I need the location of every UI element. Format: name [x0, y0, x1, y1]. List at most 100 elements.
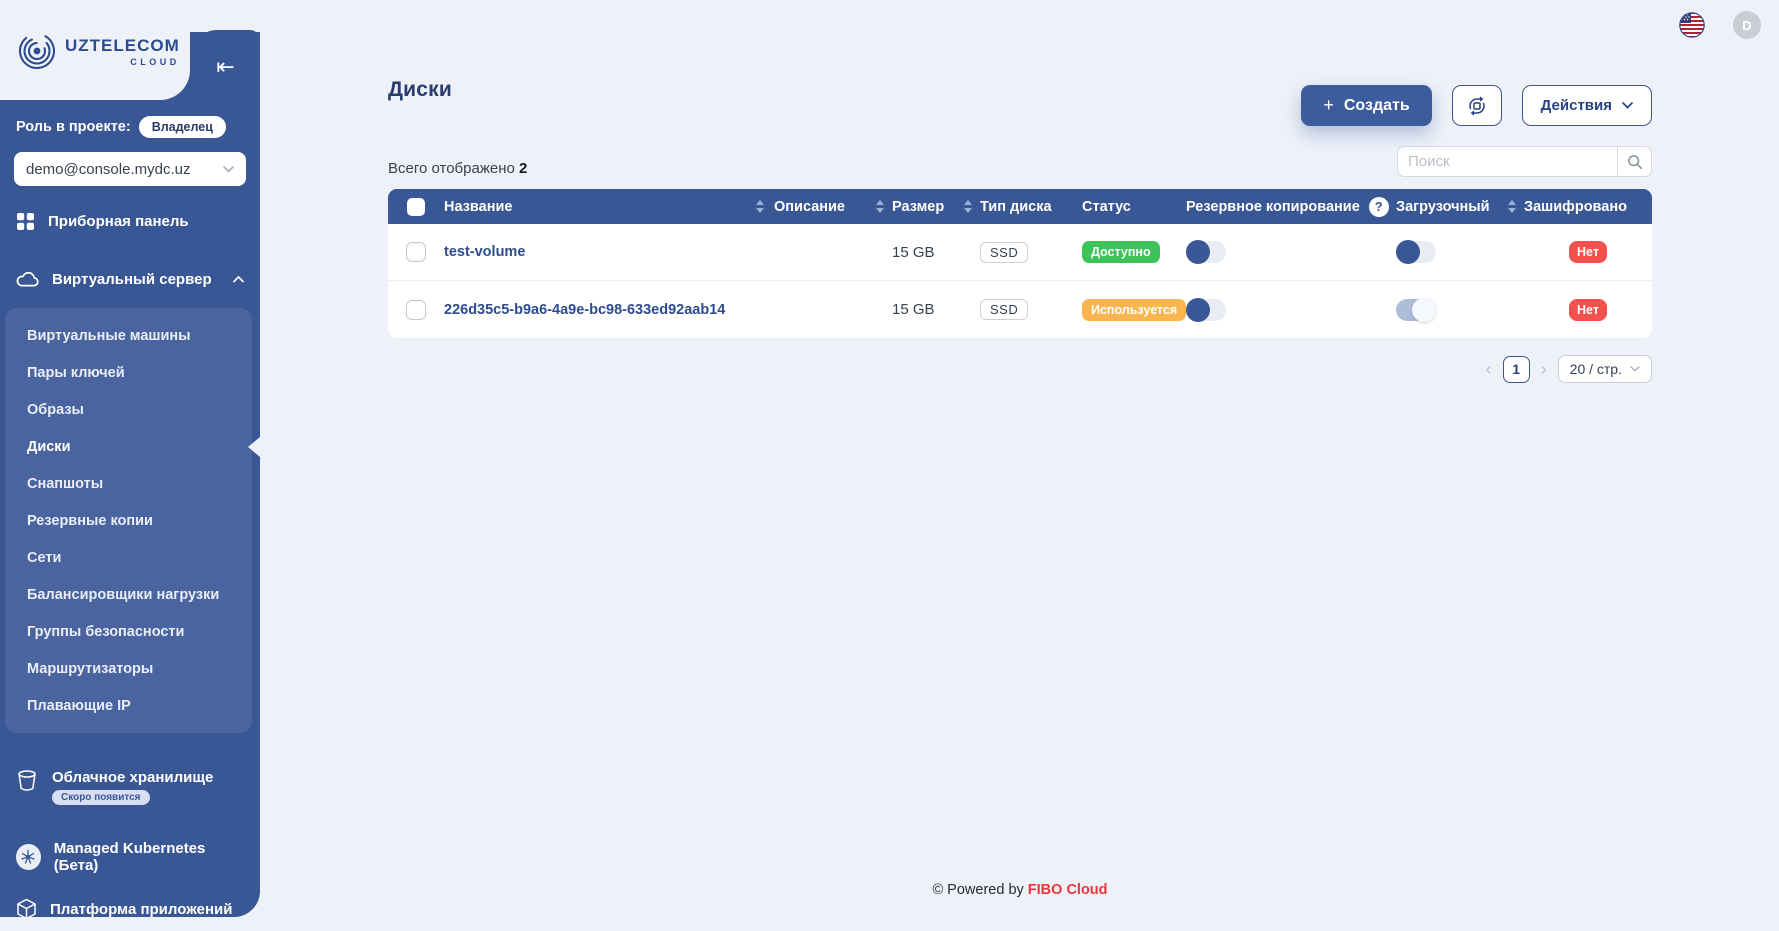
sidebar-item-disks[interactable]: Диски: [5, 428, 260, 465]
backup-toggle[interactable]: [1186, 240, 1226, 264]
search-box: [1397, 146, 1652, 177]
pagination-prev-button[interactable]: ‹: [1484, 360, 1494, 378]
footer-brand-link[interactable]: FIBO Cloud: [1028, 882, 1108, 898]
submenu-label: Балансировщики нагрузки: [27, 586, 220, 603]
column-header-name: Название: [444, 198, 513, 215]
main-content: Диски + Создать Действия Всего отображен…: [388, 78, 1652, 383]
logo-waves-icon: [18, 32, 56, 70]
total-label: Всего отображено: [388, 160, 515, 177]
backup-help-icon[interactable]: ?: [1368, 196, 1389, 217]
sidebar-item-floating-ip[interactable]: Плавающие IP: [5, 687, 252, 724]
app-platform-label: Платформа приложений: [50, 900, 233, 918]
sidebar-item-networks[interactable]: Сети: [5, 539, 252, 576]
virtual-server-submenu: Виртуальные машины Пары ключей Образы Ди…: [5, 308, 260, 733]
column-header-backup: Резервное копирование: [1186, 198, 1360, 215]
column-header-status: Статус: [1082, 198, 1131, 215]
chevron-down-icon: [1622, 102, 1633, 109]
sidebar-item-security-groups[interactable]: Группы безопасности: [5, 613, 252, 650]
kubernetes-icon: [16, 844, 41, 870]
status-badge: Доступно: [1082, 241, 1160, 263]
sidebar-item-kubernetes[interactable]: Managed Kubernetes (Бета): [0, 835, 260, 879]
submenu-label: Снапшоты: [27, 475, 104, 492]
total-shown-text: Всего отображено 2: [388, 160, 527, 177]
language-flag-icon[interactable]: [1679, 12, 1705, 38]
actions-dropdown-button[interactable]: Действия: [1521, 85, 1652, 126]
active-item-notch: [248, 436, 260, 457]
disk-name-link[interactable]: test-volume: [444, 244, 525, 260]
sidebar-item-app-platform[interactable]: Платформа приложений: [0, 887, 260, 931]
sidebar: ⇤ UZTELECOM CLOUD Роль в проекте: Владел…: [0, 0, 260, 920]
search-icon: [1627, 154, 1642, 169]
status-badge: Используется: [1082, 298, 1187, 321]
submenu-label: Пары ключей: [27, 364, 125, 381]
disks-table: Название Описание Размер Тип диска Стату…: [388, 189, 1652, 338]
total-count: 2: [519, 160, 528, 177]
create-button[interactable]: + Создать: [1301, 85, 1432, 126]
column-header-encrypted: Зашифровано: [1524, 198, 1627, 215]
bootable-toggle[interactable]: [1396, 240, 1436, 264]
sort-control-name[interactable]: [756, 200, 764, 213]
disk-type-tag: SSD: [980, 241, 1029, 263]
search-input[interactable]: [1398, 147, 1617, 176]
submenu-label: Плавающие IP: [27, 697, 131, 714]
sidebar-item-virtual-machines[interactable]: Виртуальные машины: [5, 317, 252, 354]
auto-refresh-button[interactable]: [1451, 85, 1502, 126]
pagination-next-button[interactable]: ›: [1539, 360, 1549, 378]
dashboard-grid-icon: [17, 212, 34, 230]
topbar: D: [1679, 11, 1761, 39]
sidebar-item-snapshots[interactable]: Снапшоты: [5, 465, 252, 502]
search-button[interactable]: [1617, 147, 1651, 176]
page-size-select[interactable]: 20 / стр.: [1557, 355, 1652, 383]
sidebar-item-cloud-storage[interactable]: Облачное хранилище Скоро появится: [0, 769, 260, 805]
disk-type-tag: SSD: [980, 299, 1029, 320]
sidebar-item-routers[interactable]: Маршрутизаторы: [5, 650, 252, 687]
project-select[interactable]: demo@console.mydc.uz: [14, 152, 246, 186]
row-checkbox[interactable]: [406, 299, 426, 320]
disk-size: 15 GB: [892, 243, 935, 261]
submenu-label: Маршрутизаторы: [27, 660, 154, 677]
cloud-icon: [16, 271, 39, 287]
sort-control-description[interactable]: [876, 200, 884, 213]
footer: © Powered by FIBO Cloud: [388, 882, 1652, 898]
sort-control-size[interactable]: [964, 200, 972, 213]
user-avatar[interactable]: D: [1733, 11, 1761, 39]
column-header-bootable: Загрузочный: [1396, 198, 1490, 215]
select-all-checkbox[interactable]: [407, 197, 425, 216]
table-row: test-volume 15 GB SSD Доступно Нет: [388, 224, 1652, 281]
sidebar-item-backups[interactable]: Резервные копии: [5, 502, 252, 539]
kubernetes-label: Managed Kubernetes (Бета): [53, 840, 206, 874]
submenu-label: Сети: [27, 549, 62, 566]
sidebar-collapse-area: ⇤: [191, 30, 260, 104]
sidebar-item-key-pairs[interactable]: Пары ключей: [5, 354, 252, 391]
storage-label: Облачное хранилище: [52, 769, 214, 786]
refresh-icon: [1468, 95, 1485, 116]
footer-text: © Powered by: [932, 882, 1028, 898]
submenu-label: Виртуальные машины: [27, 327, 191, 344]
row-checkbox[interactable]: [406, 242, 426, 262]
encrypted-badge: Нет: [1569, 241, 1607, 263]
brand-logo: UZTELECOM CLOUD: [16, 30, 180, 72]
cube-icon: [17, 898, 36, 920]
actions-button-label: Действия: [1540, 97, 1612, 114]
logo-brand-text: UZTELECOM: [65, 35, 180, 55]
column-header-description: Описание: [774, 198, 845, 215]
backup-toggle[interactable]: [1186, 297, 1226, 322]
project-role-row: Роль в проекте: Владелец: [0, 104, 260, 138]
disk-name-link[interactable]: 226d35c5-b9a6-4a9e-bc98-633ed92aab14: [444, 302, 725, 318]
sidebar-collapse-icon[interactable]: ⇤: [216, 56, 234, 78]
sidebar-item-dashboard[interactable]: Приборная панель: [0, 198, 260, 244]
bootable-toggle[interactable]: [1396, 297, 1436, 322]
submenu-label: Диски: [27, 438, 71, 455]
table-row: 226d35c5-b9a6-4a9e-bc98-633ed92aab14 15 …: [388, 281, 1652, 338]
page-size-value: 20 / стр.: [1569, 361, 1622, 377]
disk-size: 15 GB: [892, 301, 935, 318]
role-label: Роль в проекте:: [16, 119, 131, 135]
logo-sub-text: CLOUD: [130, 56, 180, 67]
sidebar-item-load-balancers[interactable]: Балансировщики нагрузки: [5, 576, 252, 613]
column-header-disk-type: Тип диска: [980, 198, 1052, 215]
sidebar-group-virtual-server[interactable]: Виртуальный сервер: [0, 256, 260, 302]
pagination-page-1[interactable]: 1: [1502, 355, 1530, 383]
sort-control-bootable[interactable]: [1508, 200, 1516, 213]
role-badge: Владелец: [138, 116, 226, 138]
sidebar-item-images[interactable]: Образы: [5, 391, 252, 428]
